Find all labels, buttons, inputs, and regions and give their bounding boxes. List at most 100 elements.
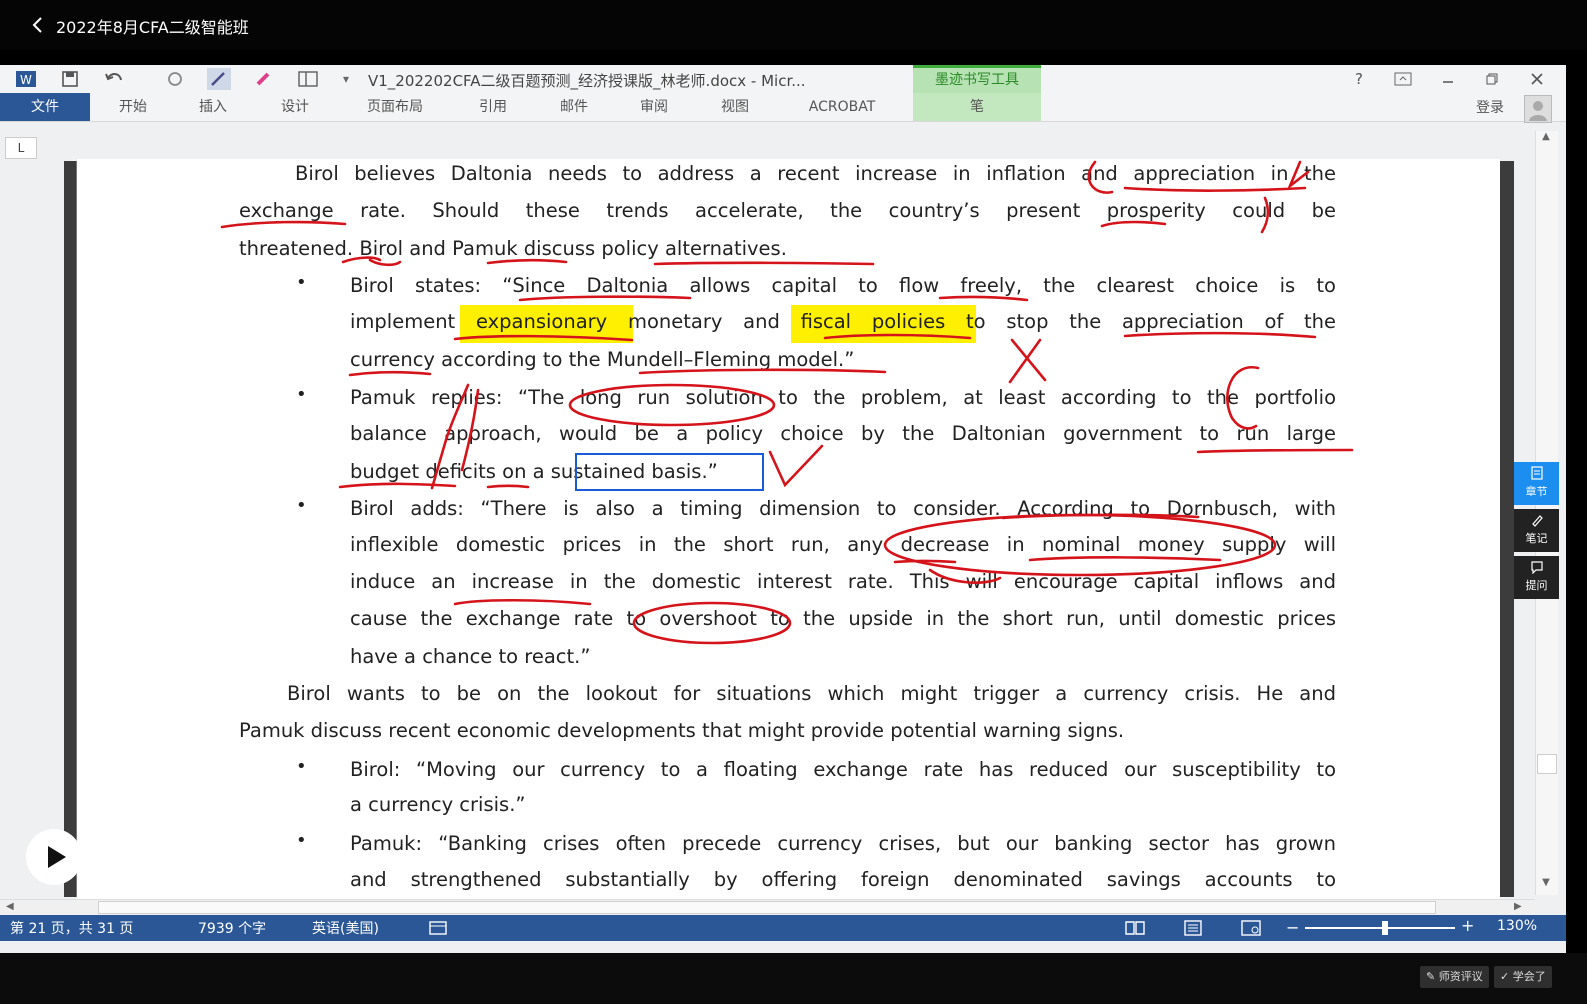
- ink-tools-context-tab: 墨迹书写工具: [913, 65, 1041, 93]
- quick-access-toolbar: W ▾ V1_202202CFA二级百题预测_经济授课版_林老师.docx - …: [0, 65, 1566, 93]
- side-chapter-button[interactable]: 章节: [1514, 462, 1559, 505]
- login-link[interactable]: 登录: [1476, 97, 1504, 117]
- question-bubble-icon: [1530, 561, 1543, 575]
- tab-file[interactable]: 文件: [0, 93, 90, 121]
- document-title: V1_202202CFA二级百题预测_经济授课版_林老师.docx - Micr…: [368, 72, 806, 90]
- page-count[interactable]: 第 21 页，共 31 页: [10, 918, 133, 938]
- ribbon-display-icon[interactable]: [1391, 69, 1415, 89]
- bullet-dot: •: [296, 495, 307, 516]
- word-logo-icon: W: [14, 68, 38, 90]
- page-right-edge: [1500, 161, 1514, 897]
- text-line: exchange rate. Should these trends accel…: [239, 199, 1336, 222]
- bullet-dot: •: [296, 384, 307, 405]
- scroll-right-icon[interactable]: ▶: [1514, 901, 1522, 912]
- text-line: implement expansionary monetary and fisc…: [350, 310, 1336, 333]
- side-notes-button[interactable]: 笔记: [1514, 509, 1559, 552]
- restore-icon[interactable]: [1480, 69, 1504, 89]
- play-icon: [48, 846, 66, 868]
- player-bottom-bar: [0, 953, 1587, 1004]
- text-line: Birol adds: “There is also a timing dime…: [350, 497, 1336, 520]
- language-indicator[interactable]: 英语(美国): [312, 918, 379, 938]
- redo-icon[interactable]: [163, 68, 187, 90]
- text-line: Pamuk discuss recent economic developmen…: [239, 719, 1125, 742]
- learned-button[interactable]: ✓ 学会了: [1494, 966, 1552, 988]
- tab-design[interactable]: 设计: [262, 93, 328, 121]
- text-line: induce an increase in the domestic inter…: [350, 570, 1336, 593]
- text-line: Birol: “Moving our currency to a floatin…: [350, 758, 1336, 781]
- course-title: 2022年8月CFA二级智能班: [56, 18, 249, 37]
- bullet-dot: •: [296, 756, 307, 777]
- text-line: Pamuk: “Banking crises often precede cur…: [350, 832, 1336, 855]
- ribbon-tabs: 文件 开始 插入 设计 页面布局 引用 邮件 审阅 视图 ACROBAT 笔 登…: [0, 93, 1566, 122]
- side-ask-button[interactable]: 提问: [1514, 556, 1559, 599]
- text-line: Birol believes Daltonia needs to address…: [295, 162, 1336, 185]
- highlighter-icon[interactable]: [252, 68, 276, 90]
- side-chapter-label: 章节: [1525, 485, 1548, 498]
- text-line: cause the exchange rate to overshoot to …: [350, 607, 1336, 630]
- play-button[interactable]: [26, 829, 82, 885]
- text-line: have a chance to react.”: [350, 645, 591, 668]
- status-bar: 第 21 页，共 31 页 7939 个字 英语(美国) − + 130%: [0, 915, 1566, 941]
- pen-icon[interactable]: [207, 68, 231, 90]
- scroll-up-icon[interactable]: ▲: [1535, 131, 1557, 147]
- page-left-edge: [64, 161, 77, 897]
- text-line: currency according to the Mundell–Flemin…: [350, 348, 855, 371]
- tab-stop-selector[interactable]: L: [5, 137, 37, 159]
- web-layout-icon[interactable]: [1240, 919, 1262, 937]
- close-icon[interactable]: [1525, 69, 1549, 89]
- tab-mailings[interactable]: 邮件: [541, 93, 607, 121]
- tab-view[interactable]: 视图: [702, 93, 768, 121]
- bullet-dot: •: [296, 830, 307, 851]
- text-line: threatened. Birol and Pamuk discuss poli…: [239, 237, 787, 260]
- zoom-out-button[interactable]: −: [1286, 918, 1299, 937]
- text-line: a currency crisis.”: [350, 793, 526, 816]
- player-top-bar: 2022年8月CFA二级智能班: [0, 0, 1587, 50]
- zoom-in-button[interactable]: +: [1461, 916, 1474, 935]
- save-icon[interactable]: [58, 68, 82, 90]
- text-line: balance approach, would be a policy choi…: [350, 422, 1336, 445]
- read-mode-icon[interactable]: [1124, 919, 1146, 937]
- text-line: Birol wants to be on the lookout for sit…: [287, 682, 1336, 705]
- print-layout-icon[interactable]: [1182, 919, 1204, 937]
- side-notes-label: 笔记: [1525, 532, 1548, 545]
- tab-page-layout[interactable]: 页面布局: [350, 93, 440, 121]
- document-page[interactable]: [77, 159, 1500, 899]
- zoom-slider[interactable]: [1305, 927, 1455, 929]
- tab-pen[interactable]: 笔: [913, 93, 1041, 121]
- text-line: and strengthened substantially by offeri…: [350, 868, 1336, 891]
- scroll-down-icon[interactable]: ▼: [1535, 877, 1557, 893]
- vertical-scroll-thumb[interactable]: [1537, 754, 1557, 774]
- macro-icon[interactable]: [428, 919, 450, 937]
- chapter-icon: [1530, 466, 1543, 480]
- rate-teacher-label: 师资评议: [1438, 970, 1483, 983]
- check-icon: ✓: [1500, 970, 1510, 983]
- tab-insert[interactable]: 插入: [180, 93, 246, 121]
- layout-icon[interactable]: [296, 68, 320, 90]
- scroll-left-icon[interactable]: ◀: [6, 901, 14, 912]
- rate-teacher-button[interactable]: ✎ 师资评议: [1420, 966, 1489, 988]
- zoom-level[interactable]: 130%: [1497, 918, 1537, 934]
- customize-toolbar-icon[interactable]: ▾: [334, 68, 358, 90]
- svg-text:W: W: [20, 73, 32, 87]
- text-line: Pamuk replies: “The long run solution to…: [350, 386, 1336, 409]
- thumb-icon: ✎: [1426, 970, 1436, 983]
- text-line: Birol states: “Since Daltonia allows cap…: [350, 274, 1336, 297]
- chevron-left-icon[interactable]: [28, 15, 48, 35]
- pencil-icon: [1531, 515, 1543, 527]
- avatar[interactable]: [1524, 95, 1552, 123]
- minimize-icon[interactable]: [1436, 69, 1460, 89]
- tab-references[interactable]: 引用: [460, 93, 526, 121]
- text-line: inflexible domestic prices in the short …: [350, 533, 1336, 556]
- text-selection-box[interactable]: [575, 453, 764, 491]
- tab-review[interactable]: 审阅: [621, 93, 687, 121]
- zoom-slider-thumb[interactable]: [1382, 921, 1388, 935]
- bullet-dot: •: [296, 272, 307, 293]
- learned-label: 学会了: [1512, 970, 1546, 983]
- help-icon[interactable]: ?: [1347, 69, 1371, 89]
- undo-icon[interactable]: [103, 68, 127, 90]
- side-ask-label: 提问: [1525, 579, 1548, 592]
- tab-home[interactable]: 开始: [100, 93, 166, 121]
- word-count[interactable]: 7939 个字: [198, 918, 266, 938]
- tab-acrobat[interactable]: ACROBAT: [790, 93, 894, 121]
- horizontal-scroll-thumb[interactable]: [98, 901, 1436, 914]
